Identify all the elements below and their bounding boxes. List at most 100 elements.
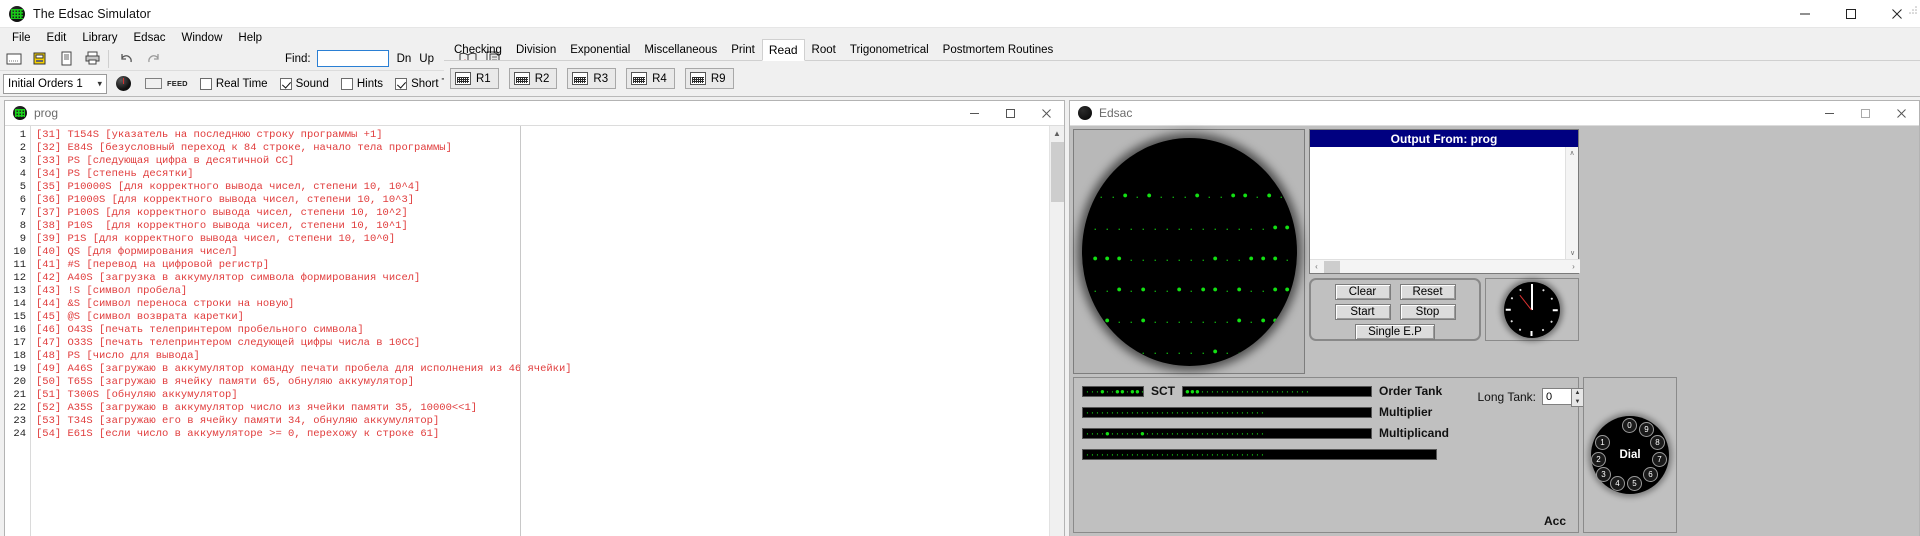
dial-hole[interactable]: 7: [1652, 452, 1667, 467]
edsac-maximize-button[interactable]: [1847, 101, 1883, 126]
output-horizontal-scrollbar[interactable]: ‹ ›: [1310, 259, 1580, 273]
menu-item-help[interactable]: Help: [230, 30, 270, 46]
scroll-up-icon[interactable]: ▲: [1050, 126, 1064, 141]
checkbox-label: Real Time: [215, 77, 268, 90]
menu-item-library[interactable]: Library: [74, 30, 125, 46]
find-label: Find:: [285, 52, 311, 65]
line-number: 12: [13, 272, 26, 284]
prog-minimize-button[interactable]: [956, 101, 992, 126]
tab-trigonometrical[interactable]: Trigonometrical: [843, 40, 936, 60]
new-file-icon[interactable]: [2, 48, 26, 70]
tab-checking[interactable]: Checking: [447, 40, 509, 60]
crt-panel: . . ● . ● . . . ● . . ● ● . ● . . . . . …: [1073, 129, 1305, 374]
dial-hole[interactable]: 5: [1627, 476, 1642, 491]
bit-pattern: ····································: [1085, 450, 1266, 460]
clear-button[interactable]: Clear: [1334, 284, 1391, 300]
multiplier-bits-display: ····································: [1082, 406, 1372, 418]
find-up-button[interactable]: Up: [419, 53, 434, 65]
routine-button-r2[interactable]: R2: [508, 68, 558, 89]
machine-controls-panel: Clear Reset Start Stop Single E.P: [1309, 278, 1481, 341]
edsac-close-button[interactable]: [1883, 101, 1919, 126]
edsac-simulator-app: The Edsac Simulator File Edit Library Ed…: [0, 0, 1920, 536]
menu-item-edit[interactable]: Edit: [39, 30, 75, 46]
code-line: [38] P10S [для корректного вывода чисел,…: [36, 220, 408, 232]
dial-hole[interactable]: 0: [1622, 418, 1637, 433]
stepper-up-icon[interactable]: ▲: [1572, 389, 1583, 398]
ribbon-tab-strip: Checking Division Exponential Miscellane…: [444, 39, 1920, 61]
checkbox-hints[interactable]: Hints: [340, 77, 383, 90]
scroll-right-icon[interactable]: ›: [1567, 262, 1580, 271]
initial-orders-select[interactable]: Initial Orders 1 ▾: [3, 73, 107, 94]
undo-icon[interactable]: [115, 48, 139, 70]
editor-vertical-scrollbar[interactable]: ▲: [1049, 126, 1064, 536]
tab-root[interactable]: Root: [805, 40, 843, 60]
tab-print[interactable]: Print: [724, 40, 762, 60]
code-line: [43] !S [символ пробела]: [36, 285, 188, 297]
tab-read[interactable]: Read: [761, 39, 805, 61]
menu-item-window[interactable]: Window: [173, 30, 230, 46]
minimize-button[interactable]: [1782, 0, 1828, 28]
dial-hole[interactable]: 1: [1595, 435, 1610, 450]
routine-button-r1[interactable]: R1: [450, 68, 499, 89]
dial-hole[interactable]: 9: [1639, 422, 1654, 437]
routine-button-r4[interactable]: R4: [626, 68, 675, 89]
feed-label: FEED: [167, 79, 188, 88]
line-number: 19: [13, 363, 26, 375]
reset-button[interactable]: Reset: [1399, 284, 1456, 300]
redo-icon[interactable]: [141, 48, 165, 70]
scroll-down-icon[interactable]: ∨: [1566, 247, 1579, 259]
tab-miscellaneous[interactable]: Miscellaneous: [637, 40, 724, 60]
output-vertical-scrollbar[interactable]: ∧ ∨: [1565, 147, 1578, 259]
prog-maximize-button[interactable]: [992, 101, 1028, 126]
code-editor[interactable]: 1 2 3 4 5 6 7 8 9 10 11 12 13 14 15 16 1…: [5, 126, 1064, 536]
document-icon[interactable]: [54, 48, 78, 70]
open-library-icon[interactable]: [28, 48, 52, 70]
tape-feed-button[interactable]: [145, 78, 162, 89]
checkbox-box: [199, 77, 212, 90]
code-line: [44] &S [символ переноса строки на новую…: [36, 298, 295, 310]
code-line: [53] T34S [загружаю его в ячейку памяти …: [36, 415, 440, 427]
code-text-area[interactable]: [31] T154S [указатель на последнюю строк…: [31, 126, 1064, 536]
prog-window-title: prog: [34, 106, 59, 120]
stepper-down-icon[interactable]: ▼: [1572, 398, 1583, 407]
single-ep-button[interactable]: Single E.P: [1355, 324, 1435, 340]
menu-item-edsac[interactable]: Edsac: [126, 30, 174, 46]
find-down-button[interactable]: Dn: [397, 53, 412, 65]
tab-postmortem-routines[interactable]: Postmortem Routines: [936, 40, 1061, 60]
crt-monitor-display[interactable]: . . ● . ● . . . ● . . ● ● . ● . . . . . …: [1081, 137, 1297, 366]
output-text-area[interactable]: ∧ ∨ ‹ ›: [1310, 147, 1580, 273]
checkbox-real-time[interactable]: Real Time: [199, 77, 268, 90]
dial-hole[interactable]: 3: [1596, 467, 1611, 482]
edsac-minimize-button[interactable]: [1811, 101, 1847, 126]
long-tank-stepper[interactable]: 0 ▲ ▼: [1542, 388, 1584, 407]
scrollbar-thumb[interactable]: [1324, 260, 1340, 273]
start-button[interactable]: Start: [1334, 304, 1391, 320]
prog-close-button[interactable]: [1028, 101, 1064, 126]
dial-hole[interactable]: 4: [1610, 476, 1625, 491]
routine-button-r9[interactable]: R9: [684, 68, 734, 89]
code-line: [40] QS [для формирования чисел]: [36, 246, 238, 258]
routine-label: R1: [476, 72, 491, 85]
rotary-dial[interactable]: 0 9 8 7 6 5 4 3 2 1 Dial: [1591, 416, 1669, 494]
checkbox-sound[interactable]: Sound: [279, 77, 329, 90]
print-icon[interactable]: [80, 48, 104, 70]
maximize-button[interactable]: [1828, 0, 1874, 28]
scroll-up-icon[interactable]: ∧: [1566, 147, 1578, 159]
dial-hole[interactable]: 8: [1650, 435, 1665, 450]
stop-button[interactable]: Stop: [1399, 304, 1456, 320]
menu-item-file[interactable]: File: [4, 30, 39, 46]
order-tank-label: Order Tank: [1379, 384, 1443, 398]
scrollbar-thumb[interactable]: [1051, 142, 1064, 202]
routine-button-r3[interactable]: R3: [567, 68, 617, 89]
scroll-left-icon[interactable]: ‹: [1310, 262, 1323, 271]
tab-exponential[interactable]: Exponential: [563, 40, 637, 60]
tab-division[interactable]: Division: [509, 40, 563, 60]
speed-gauge-icon[interactable]: [116, 76, 131, 91]
search-input[interactable]: [316, 50, 389, 67]
dial-hole[interactable]: 2: [1591, 452, 1606, 467]
window-resize-grip[interactable]: [1908, 2, 1918, 14]
dial-hole[interactable]: 6: [1643, 467, 1658, 482]
clock-dot: [1542, 328, 1545, 331]
clock-dot: [1519, 288, 1522, 291]
multiplier-label: Multiplier: [1379, 405, 1433, 419]
